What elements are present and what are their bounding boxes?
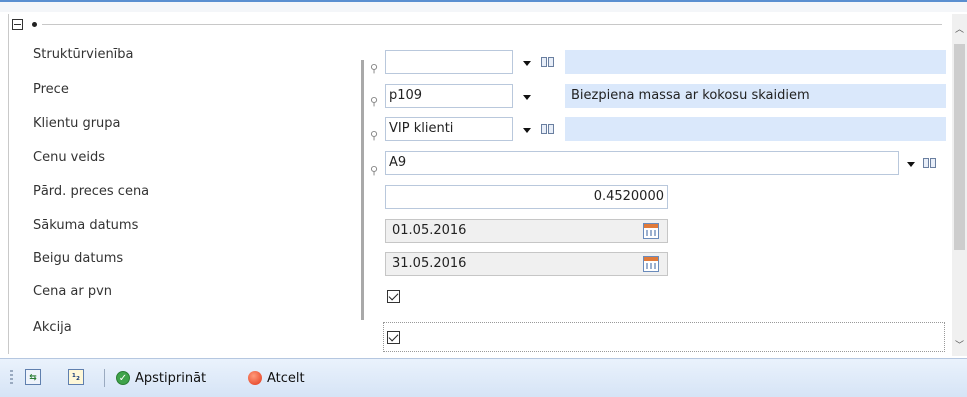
label-prece: Prece — [33, 82, 69, 97]
strukturvieniba-dropdown-icon[interactable] — [523, 61, 531, 66]
scroll-up-icon[interactable]: ︿ — [955, 26, 964, 35]
strukturvieniba-description — [565, 50, 946, 74]
cena-ar-pvn-checkbox[interactable] — [387, 290, 400, 303]
cenu-veids-dropdown-icon[interactable] — [907, 162, 915, 167]
label-pard-preces-cena: Pārd. preces cena — [33, 184, 150, 199]
scroll-down-icon[interactable]: ﹀ — [955, 342, 964, 351]
calendar-icon[interactable] — [643, 256, 659, 272]
bullet-icon — [32, 21, 37, 27]
column-splitter[interactable] — [361, 60, 364, 320]
label-cenu-veids: Cenu veids — [33, 150, 106, 165]
scroll-thumb[interactable] — [954, 44, 965, 250]
toolbar-grip[interactable] — [10, 370, 13, 386]
strukturvieniba-input[interactable] — [385, 50, 513, 74]
label-beigu-datums: Beigu datums — [33, 251, 124, 266]
calendar-icon[interactable] — [643, 223, 659, 239]
cenu-veids-input[interactable]: A9 — [385, 151, 899, 175]
klientu-grupa-lookup-icon[interactable] — [541, 124, 555, 134]
wrench-icon[interactable]: ⚲ — [370, 96, 382, 108]
label-strukturvieniba: Struktūrvienība — [33, 47, 134, 62]
cancel-icon — [248, 371, 262, 385]
label-cena-ar-pvn: Cena ar pvn — [33, 284, 113, 299]
pard-preces-cena-input[interactable]: 0.4520000 — [385, 185, 668, 209]
label-sakuma-datums: Sākuma datums — [33, 218, 139, 233]
akcija-field-frame — [383, 322, 945, 352]
label-akcija: Akcija — [33, 320, 72, 335]
prece-description: Biezpiena massa ar kokosu skaidiem — [565, 84, 946, 108]
prece-input[interactable]: p109 — [385, 84, 513, 108]
wrench-icon[interactable]: ⚲ — [370, 63, 382, 75]
bottom-toolbar: ⇆ ¹₂ ✓ Apstiprināt Atcelt — [0, 358, 967, 397]
cenu-veids-lookup-icon[interactable] — [923, 158, 937, 168]
klientu-grupa-input[interactable]: VIP klienti — [385, 117, 513, 141]
window-top-bar — [0, 0, 967, 12]
collapse-icon[interactable] — [12, 18, 23, 30]
check-icon: ✓ — [116, 371, 130, 385]
cancel-button[interactable]: Atcelt — [248, 366, 305, 390]
strukturvieniba-lookup-icon[interactable] — [541, 57, 555, 67]
beigu-datums-input[interactable]: 31.05.2016 — [385, 252, 668, 276]
toolbar-separator — [104, 369, 105, 387]
cancel-label: Atcelt — [267, 370, 305, 386]
group-header — [12, 17, 37, 31]
group-divider — [42, 24, 942, 25]
klientu-grupa-dropdown-icon[interactable] — [523, 128, 531, 133]
confirm-label: Apstiprināt — [135, 370, 207, 386]
akcija-checkbox[interactable] — [387, 331, 400, 344]
klientu-grupa-description — [565, 117, 946, 141]
wrench-icon[interactable]: ⚲ — [370, 130, 382, 142]
copy-record-icon[interactable]: ⇆ — [25, 369, 41, 385]
sakuma-datums-input[interactable]: 01.05.2016 — [385, 219, 668, 243]
label-klientu-grupa: Klientu grupa — [33, 116, 121, 131]
numbering-icon[interactable]: ¹₂ — [68, 369, 84, 385]
vertical-scrollbar[interactable]: ︿ ﹀ — [952, 14, 967, 356]
prece-dropdown-icon[interactable] — [523, 95, 531, 100]
confirm-button[interactable]: ✓ Apstiprināt — [116, 366, 206, 390]
wrench-icon[interactable]: ⚲ — [370, 165, 382, 177]
